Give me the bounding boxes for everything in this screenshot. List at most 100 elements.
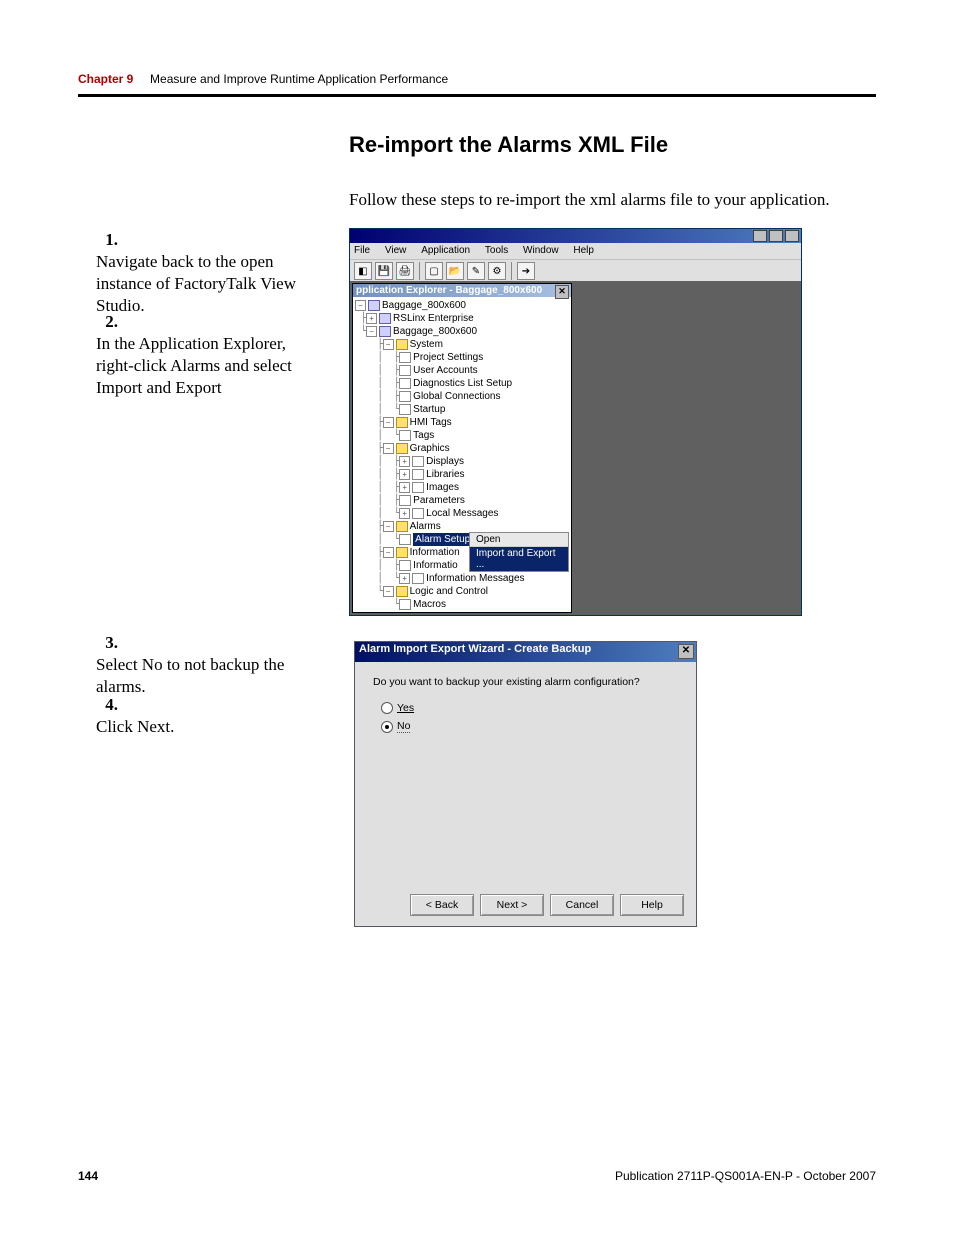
- param-icon: [399, 495, 411, 506]
- menu-view[interactable]: View: [385, 243, 407, 259]
- menu-open[interactable]: Open: [470, 533, 568, 547]
- header-rule: [78, 94, 876, 97]
- folder-icon: [396, 547, 408, 558]
- collapse-icon[interactable]: −: [383, 443, 394, 454]
- folder-icon: [396, 417, 408, 428]
- expand-icon[interactable]: +: [399, 573, 410, 584]
- tree-item[interactable]: HMI Tags: [410, 416, 452, 429]
- tree-item-alarms[interactable]: Alarms: [410, 520, 441, 533]
- step-text: In the Application Explorer, right-click…: [96, 333, 301, 399]
- collapse-icon[interactable]: −: [383, 586, 394, 597]
- file-icon: [399, 352, 411, 363]
- tree-item[interactable]: Baggage_800x600: [393, 325, 477, 338]
- toolbar-icon[interactable]: ⚙: [488, 262, 506, 280]
- open-icon[interactable]: 📂: [446, 262, 464, 280]
- menu-tools[interactable]: Tools: [485, 243, 508, 259]
- flag-icon: [399, 404, 411, 415]
- tree-item[interactable]: Global Connections: [413, 390, 500, 403]
- key-icon: [399, 365, 411, 376]
- tree-item[interactable]: Baggage_800x600: [382, 299, 466, 312]
- maximize-icon[interactable]: [769, 230, 783, 242]
- menu-help[interactable]: Help: [573, 243, 594, 259]
- toolbar-icon[interactable]: ◧: [354, 262, 372, 280]
- menu-file[interactable]: File: [354, 243, 370, 259]
- info-icon: [399, 560, 411, 571]
- cancel-button[interactable]: Cancel: [550, 894, 614, 916]
- tree-item-alarm-setup-selected[interactable]: Alarm Setup: [413, 533, 472, 546]
- step-2: 2. In the Application Explorer, right-cl…: [96, 311, 331, 399]
- wizard-dialog: Alarm Import Export Wizard - Create Back…: [354, 641, 697, 927]
- factorytalk-screenshot: File View Application Tools Window Help …: [349, 228, 802, 616]
- toolbar-icon[interactable]: ✎: [467, 262, 485, 280]
- tree-item[interactable]: User Accounts: [413, 364, 477, 377]
- radio-yes[interactable]: Yes: [381, 702, 678, 714]
- folder-icon: [396, 521, 408, 532]
- expand-icon[interactable]: +: [399, 469, 410, 480]
- rslinx-icon: [379, 313, 391, 324]
- context-menu: Open Import and Export ...: [469, 532, 569, 572]
- alarm-icon: [399, 534, 411, 545]
- tag-icon: [399, 430, 411, 441]
- tree-item[interactable]: Diagnostics List Setup: [413, 377, 512, 390]
- collapse-icon[interactable]: −: [355, 300, 366, 311]
- app-icon: [379, 326, 391, 337]
- minimize-icon[interactable]: [753, 230, 767, 242]
- dialog-title: Alarm Import Export Wizard - Create Back…: [359, 643, 591, 655]
- step-4: 4. Click Next.: [96, 694, 331, 738]
- radio-checked-icon[interactable]: [381, 721, 393, 733]
- menu-application[interactable]: Application: [421, 243, 470, 259]
- radio-label: Yes: [397, 702, 414, 714]
- tree-item[interactable]: Startup: [413, 403, 445, 416]
- folder-icon: [396, 586, 408, 597]
- menu-import-export[interactable]: Import and Export ...: [470, 547, 568, 571]
- close-icon[interactable]: [785, 230, 799, 242]
- collapse-icon[interactable]: −: [383, 339, 394, 350]
- tree-item[interactable]: Information Messages: [426, 572, 524, 585]
- expand-icon[interactable]: +: [399, 482, 410, 493]
- tree-item[interactable]: Project Settings: [413, 351, 483, 364]
- step-1: 1. Navigate back to the open instance of…: [96, 229, 331, 317]
- radio-label: No: [397, 720, 410, 733]
- new-icon[interactable]: ▢: [425, 262, 443, 280]
- radio-unchecked-icon[interactable]: [381, 702, 393, 714]
- step-number: 4.: [96, 694, 118, 716]
- tree-item[interactable]: Logic and Control: [410, 585, 488, 598]
- tree-item[interactable]: System: [410, 338, 443, 351]
- publication-info: Publication 2711P-QS001A-EN-P - October …: [615, 1169, 876, 1183]
- expand-icon[interactable]: +: [399, 456, 410, 467]
- save-icon[interactable]: 💾: [375, 262, 393, 280]
- collapse-icon[interactable]: −: [383, 417, 394, 428]
- tree-item[interactable]: RSLinx Enterprise: [393, 312, 474, 325]
- tree-item[interactable]: Parameters: [413, 494, 465, 507]
- tree-item[interactable]: Displays: [426, 455, 464, 468]
- titlebar: [350, 229, 801, 243]
- separator: [511, 262, 512, 280]
- radio-no[interactable]: No: [381, 720, 678, 733]
- back-button[interactable]: < Back: [410, 894, 474, 916]
- clock-icon: [399, 378, 411, 389]
- tree-item[interactable]: Images: [426, 481, 459, 494]
- close-icon[interactable]: ✕: [678, 644, 694, 659]
- toolbar-icon[interactable]: ➔: [517, 262, 535, 280]
- help-button[interactable]: Help: [620, 894, 684, 916]
- expand-icon[interactable]: +: [366, 313, 377, 324]
- menu-window[interactable]: Window: [523, 243, 559, 259]
- tree-item[interactable]: Macros: [413, 598, 446, 611]
- folder-icon: [396, 443, 408, 454]
- tree-item[interactable]: Tags: [413, 429, 434, 442]
- step-3: 3. Select No to not backup the alarms.: [96, 632, 331, 698]
- print-icon[interactable]: 🖨: [396, 262, 414, 280]
- tree-item[interactable]: Local Messages: [426, 507, 498, 520]
- collapse-icon[interactable]: −: [383, 521, 394, 532]
- prompt-text: Do you want to backup your existing alar…: [373, 676, 678, 688]
- close-icon[interactable]: ✕: [555, 285, 569, 299]
- folder-icon: [396, 339, 408, 350]
- collapse-icon[interactable]: −: [383, 547, 394, 558]
- tree-item[interactable]: Graphics: [410, 442, 450, 455]
- collapse-icon[interactable]: −: [366, 326, 377, 337]
- tree-item[interactable]: Libraries: [426, 468, 464, 481]
- next-button[interactable]: Next >: [480, 894, 544, 916]
- tree-item[interactable]: Information: [410, 546, 460, 559]
- tree-item[interactable]: Informatio: [413, 559, 457, 572]
- expand-icon[interactable]: +: [399, 508, 410, 519]
